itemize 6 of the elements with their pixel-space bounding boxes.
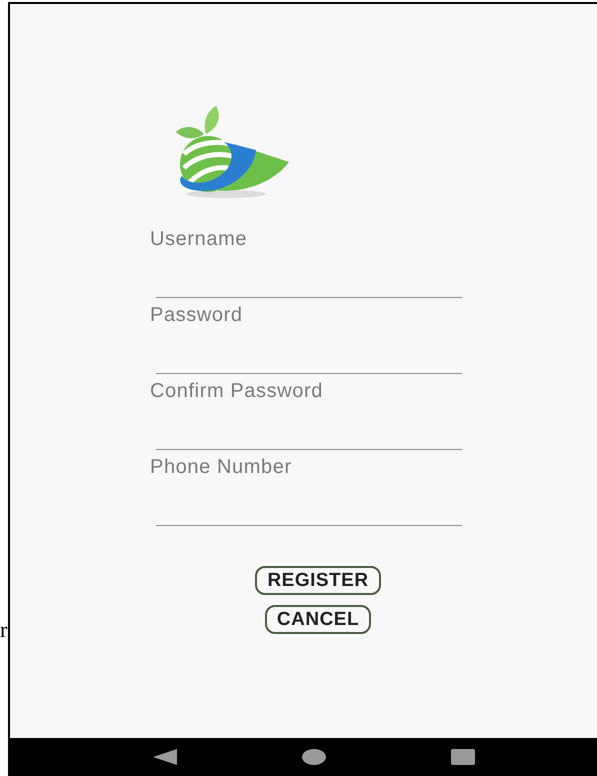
back-icon[interactable] <box>152 749 176 765</box>
home-icon[interactable] <box>302 749 326 765</box>
action-button[interactable]: REGISTER <box>255 566 381 595</box>
recents-icon[interactable] <box>450 749 474 765</box>
action-button[interactable]: CANCEL <box>264 605 372 634</box>
margin-text: r <box>0 617 8 643</box>
